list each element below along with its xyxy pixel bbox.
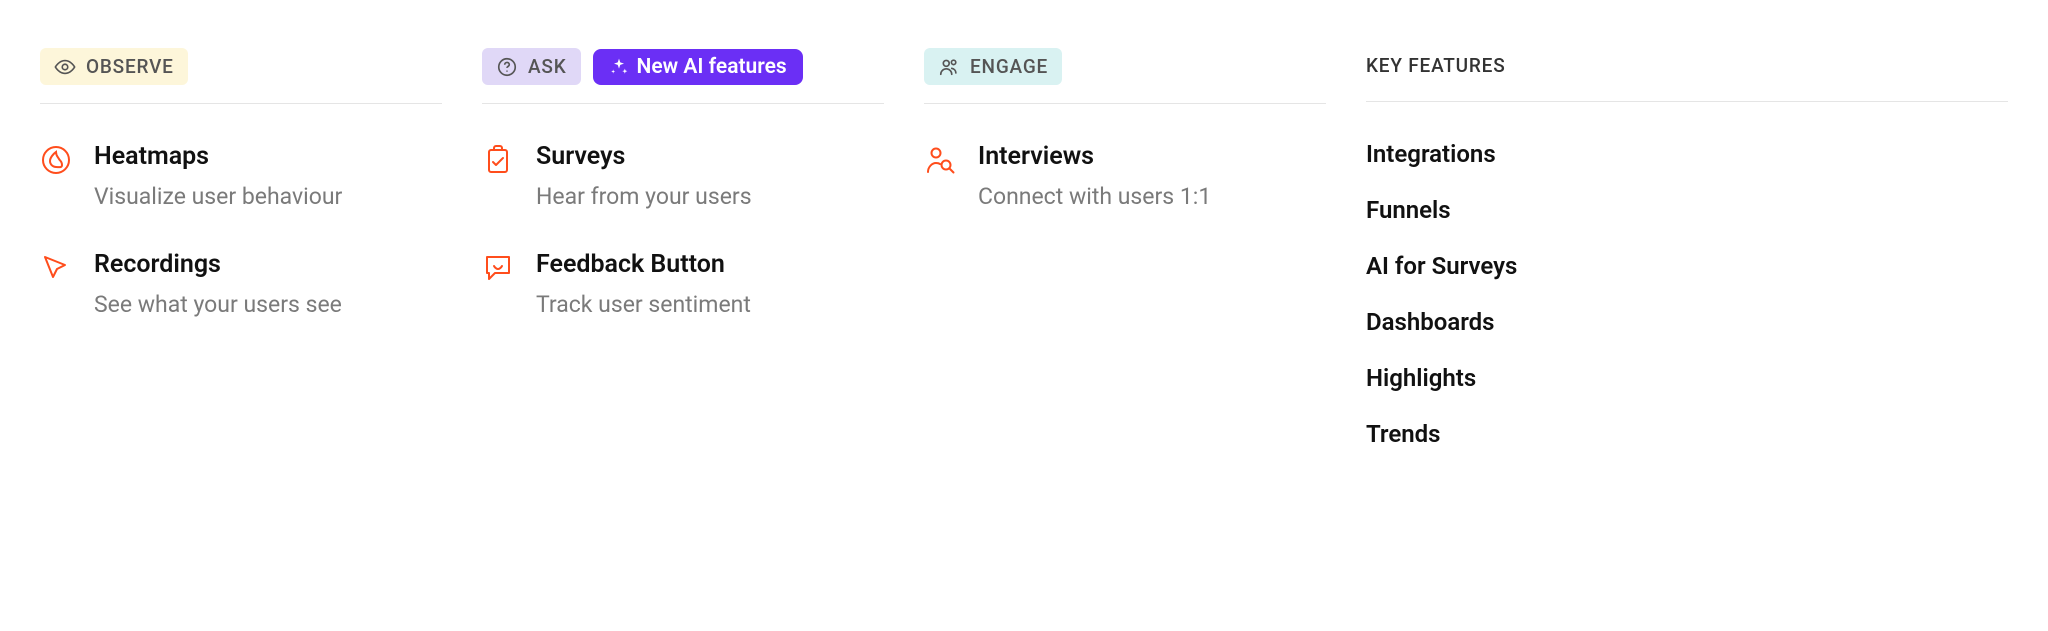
ask-label: ASK bbox=[528, 55, 567, 78]
eye-icon bbox=[54, 56, 76, 78]
feedback-title: Feedback Button bbox=[536, 250, 751, 279]
user-search-icon bbox=[924, 144, 956, 176]
engage-header: ENGAGE bbox=[924, 48, 1326, 104]
observe-label: OBSERVE bbox=[86, 55, 174, 78]
recordings-desc: See what your users see bbox=[94, 291, 342, 318]
feedback-text: Feedback Button Track user sentiment bbox=[536, 250, 751, 318]
heatmaps-desc: Visualize user behaviour bbox=[94, 183, 342, 210]
recordings-text: Recordings See what your users see bbox=[94, 250, 342, 318]
key-features-list: Integrations Funnels AI for Surveys Dash… bbox=[1366, 140, 2008, 448]
ai-features-badge[interactable]: New AI features bbox=[593, 49, 803, 85]
heatmap-icon bbox=[40, 144, 72, 176]
interviews-title: Interviews bbox=[978, 142, 1211, 171]
recordings-item[interactable]: Recordings See what your users see bbox=[40, 250, 442, 318]
surveys-title: Surveys bbox=[536, 142, 752, 171]
surveys-desc: Hear from your users bbox=[536, 183, 752, 210]
heatmaps-text: Heatmaps Visualize user behaviour bbox=[94, 142, 342, 210]
heatmaps-title: Heatmaps bbox=[94, 142, 342, 171]
feature-ai-surveys[interactable]: AI for Surveys bbox=[1366, 252, 2008, 280]
chat-smile-icon bbox=[482, 252, 514, 284]
interviews-text: Interviews Connect with users 1:1 bbox=[978, 142, 1211, 210]
engage-column: ENGAGE Interviews Connect with users 1:1 bbox=[924, 48, 1366, 476]
question-bubble-icon bbox=[496, 56, 518, 78]
heatmaps-item[interactable]: Heatmaps Visualize user behaviour bbox=[40, 142, 442, 210]
feature-integrations[interactable]: Integrations bbox=[1366, 140, 2008, 168]
feature-trends[interactable]: Trends bbox=[1366, 420, 2008, 448]
observe-header: OBSERVE bbox=[40, 48, 442, 104]
feedback-item[interactable]: Feedback Button Track user sentiment bbox=[482, 250, 884, 318]
clipboard-check-icon bbox=[482, 144, 514, 176]
ask-tag[interactable]: ASK bbox=[482, 48, 581, 85]
engage-label: ENGAGE bbox=[970, 55, 1048, 78]
ask-header: ASK New AI features bbox=[482, 48, 884, 104]
key-features-label: KEY FEATURES bbox=[1366, 48, 1506, 83]
surveys-text: Surveys Hear from your users bbox=[536, 142, 752, 210]
interviews-item[interactable]: Interviews Connect with users 1:1 bbox=[924, 142, 1326, 210]
feature-highlights[interactable]: Highlights bbox=[1366, 364, 2008, 392]
engage-tag[interactable]: ENGAGE bbox=[924, 48, 1062, 85]
recordings-title: Recordings bbox=[94, 250, 342, 279]
interviews-desc: Connect with users 1:1 bbox=[978, 183, 1211, 210]
observe-tag[interactable]: OBSERVE bbox=[40, 48, 188, 85]
observe-column: OBSERVE Heatmaps Visualize user behaviou… bbox=[40, 48, 482, 476]
ai-badge-label: New AI features bbox=[637, 55, 787, 79]
feature-dashboards[interactable]: Dashboards bbox=[1366, 308, 2008, 336]
key-features-header: KEY FEATURES bbox=[1366, 48, 2008, 102]
feedback-desc: Track user sentiment bbox=[536, 291, 751, 318]
users-icon bbox=[938, 56, 960, 78]
cursor-icon bbox=[40, 252, 72, 284]
sparkle-icon bbox=[609, 57, 629, 77]
feature-funnels[interactable]: Funnels bbox=[1366, 196, 2008, 224]
key-features-column: KEY FEATURES Integrations Funnels AI for… bbox=[1366, 48, 2008, 476]
ask-column: ASK New AI features Surveys bbox=[482, 48, 924, 476]
surveys-item[interactable]: Surveys Hear from your users bbox=[482, 142, 884, 210]
